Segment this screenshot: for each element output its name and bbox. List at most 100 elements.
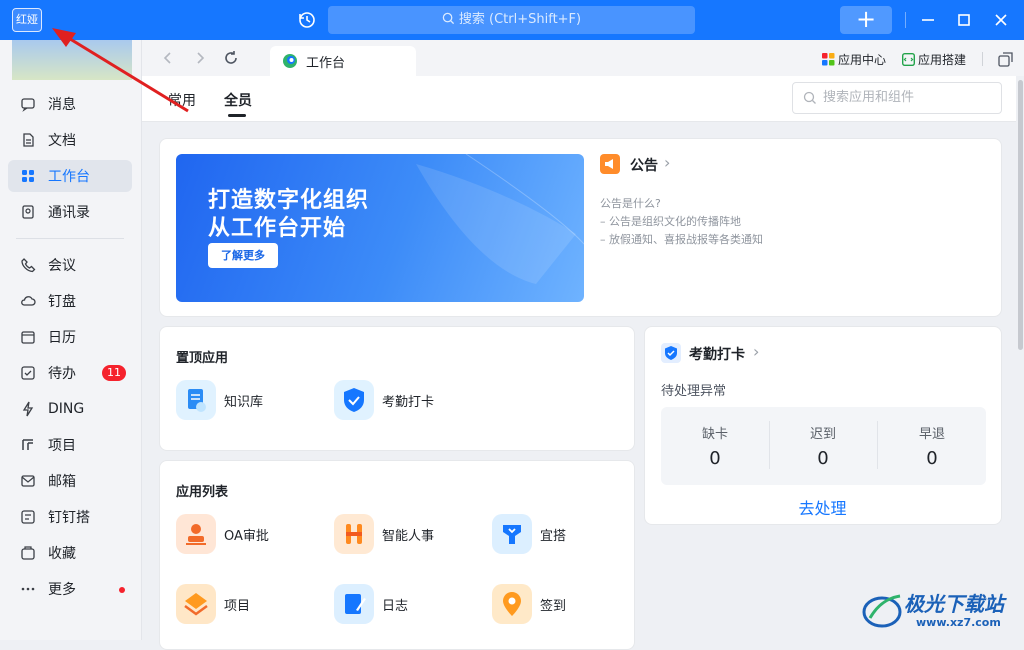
project-app-icon (176, 584, 216, 624)
title-bar: 红娅 搜索 (Ctrl+Shift+F) + (0, 0, 1024, 40)
tab-all[interactable]: 全员 (224, 90, 252, 110)
app-smart-hr[interactable]: 智能人事 (334, 514, 434, 554)
sidebar-item[interactable]: 工作台 (8, 160, 132, 192)
avatar[interactable]: 红娅 (12, 8, 42, 32)
app-list-card: 应用列表 OA审批 智能人事 宜搭 项目 日志 签到 (159, 460, 635, 650)
profile-banner (12, 40, 132, 80)
sidebar-item[interactable]: 更多 (8, 573, 132, 605)
location-pin-icon (492, 584, 532, 624)
forward-icon[interactable] (192, 50, 208, 66)
app-label: OA审批 (224, 528, 269, 544)
close-icon[interactable] (991, 10, 1011, 30)
stat-label: 迟到 (809, 427, 836, 442)
mail-icon (21, 475, 35, 487)
announcement-title[interactable]: 公告 (630, 155, 658, 175)
stat-value: 0 (926, 448, 938, 469)
sidebar-item[interactable]: 邮箱 (8, 465, 132, 497)
sidebar-item[interactable]: 日历 (8, 321, 132, 353)
watermark-name: 极光下载站 (904, 592, 1004, 616)
stat-value: 0 (709, 448, 721, 469)
app-builder-link[interactable]: 应用搭建 (902, 51, 966, 68)
promo-banner[interactable]: 打造数字化组织 从工作台开始 了解更多 (176, 154, 584, 302)
learn-more-button[interactable]: 了解更多 (208, 243, 278, 268)
app-center-link[interactable]: 应用中心 (822, 51, 886, 68)
banner-card: 打造数字化组织 从工作台开始 了解更多 公告 › 公告是什么? – 公告是组织文… (159, 138, 1002, 317)
app-attendance[interactable]: 考勤打卡 (334, 380, 434, 420)
tab-workbench[interactable]: 工作台 (270, 46, 416, 76)
sidebar-item-label: 待办 (48, 366, 76, 382)
scrollbar-thumb[interactable] (1018, 80, 1023, 350)
wing-graphic (416, 154, 584, 284)
chevron-right-icon[interactable]: › (664, 153, 670, 172)
message-icon (21, 98, 35, 112)
document-icon (23, 133, 34, 147)
app-label: 项目 (224, 598, 251, 614)
divider (16, 238, 124, 239)
stat-missing-card[interactable]: 缺卡 0 (661, 423, 769, 469)
sidebar-item-label: 通讯录 (48, 205, 90, 221)
cloud-icon (21, 296, 36, 306)
sidebar-item[interactable]: 待办 11 (8, 357, 132, 389)
sidebar-item[interactable]: 消息 (8, 88, 132, 120)
project-icon (22, 439, 33, 450)
maximize-icon[interactable] (954, 10, 974, 30)
sidebar-item[interactable]: DING (8, 393, 132, 425)
sidebar-item-label: 日历 (48, 330, 76, 346)
sidebar-item[interactable]: 钉钉搭 (8, 501, 132, 533)
sidebar-item-label: 收藏 (48, 546, 76, 562)
attendance-title[interactable]: 考勤打卡 (689, 344, 745, 364)
refresh-icon[interactable] (223, 50, 239, 66)
app-list-title: 应用列表 (176, 485, 229, 500)
pinned-apps-card: 置顶应用 知识库 考勤打卡 (159, 326, 635, 451)
app-project[interactable]: 项目 (176, 584, 250, 624)
app-label: 知识库 (224, 394, 264, 410)
search-icon (442, 12, 454, 25)
back-icon[interactable] (160, 50, 176, 66)
sidebar-item[interactable]: 文档 (8, 124, 132, 156)
component-search-input[interactable]: 搜索应用和组件 (792, 82, 1002, 114)
app-label: 宜搭 (540, 528, 567, 544)
history-icon[interactable] (298, 11, 316, 29)
attendance-stats: 缺卡 0 迟到 0 早退 0 (661, 407, 986, 485)
active-tab-indicator (228, 114, 246, 117)
sidebar-item[interactable]: 会议 (8, 249, 132, 281)
contacts-icon (22, 205, 34, 219)
stat-label: 缺卡 (701, 427, 728, 442)
pending-exceptions-label: 待处理异常 (661, 384, 727, 399)
announcement-question: 公告是什么? (600, 197, 661, 210)
stat-late[interactable]: 迟到 0 (769, 423, 877, 469)
attendance-shield-icon (661, 343, 681, 363)
sidebar-item[interactable]: 收藏 (8, 537, 132, 569)
app-knowledge-base[interactable]: 知识库 (176, 380, 263, 420)
divider (982, 52, 983, 66)
app-center-icon (822, 53, 835, 66)
app-oa-approval[interactable]: OA审批 (176, 514, 269, 554)
sidebar-item[interactable]: 通讯录 (8, 196, 132, 228)
sidebar-item-label: 文档 (48, 133, 76, 149)
calendar-icon (21, 331, 35, 344)
sidebar-item-label: 钉盘 (48, 294, 76, 310)
new-window-icon[interactable] (998, 52, 1013, 67)
app-yida[interactable]: 宜搭 (492, 514, 566, 554)
stat-label: 早退 (918, 427, 945, 442)
tab-common[interactable]: 常用 (168, 90, 196, 110)
sidebar-item-label: 会议 (48, 258, 76, 274)
knowledge-base-icon (176, 380, 216, 420)
watermark: 极光下载站 www.xz7.com (862, 584, 1022, 636)
megaphone-icon (600, 154, 620, 174)
app-log[interactable]: 日志 (334, 584, 408, 624)
sidebar-item[interactable]: 钉盘 (8, 285, 132, 317)
app-sign-in[interactable]: 签到 (492, 584, 566, 624)
sidebar-item[interactable]: 项目 (8, 429, 132, 461)
minimize-icon[interactable] (918, 10, 938, 30)
app-builder-icon (902, 53, 915, 66)
sidebar-item-label: 工作台 (48, 169, 90, 185)
stat-value: 0 (817, 448, 829, 469)
announcement-line-1: – 公告是组织文化的传播阵地 (600, 215, 741, 228)
add-button[interactable]: + (840, 6, 892, 34)
go-process-link[interactable]: 去处理 (645, 495, 1000, 519)
stat-early-leave[interactable]: 早退 0 (878, 423, 986, 469)
chevron-right-icon[interactable]: › (753, 342, 759, 361)
watermark-url: www.xz7.com (916, 616, 1001, 629)
global-search-input[interactable]: 搜索 (Ctrl+Shift+F) (328, 6, 695, 34)
